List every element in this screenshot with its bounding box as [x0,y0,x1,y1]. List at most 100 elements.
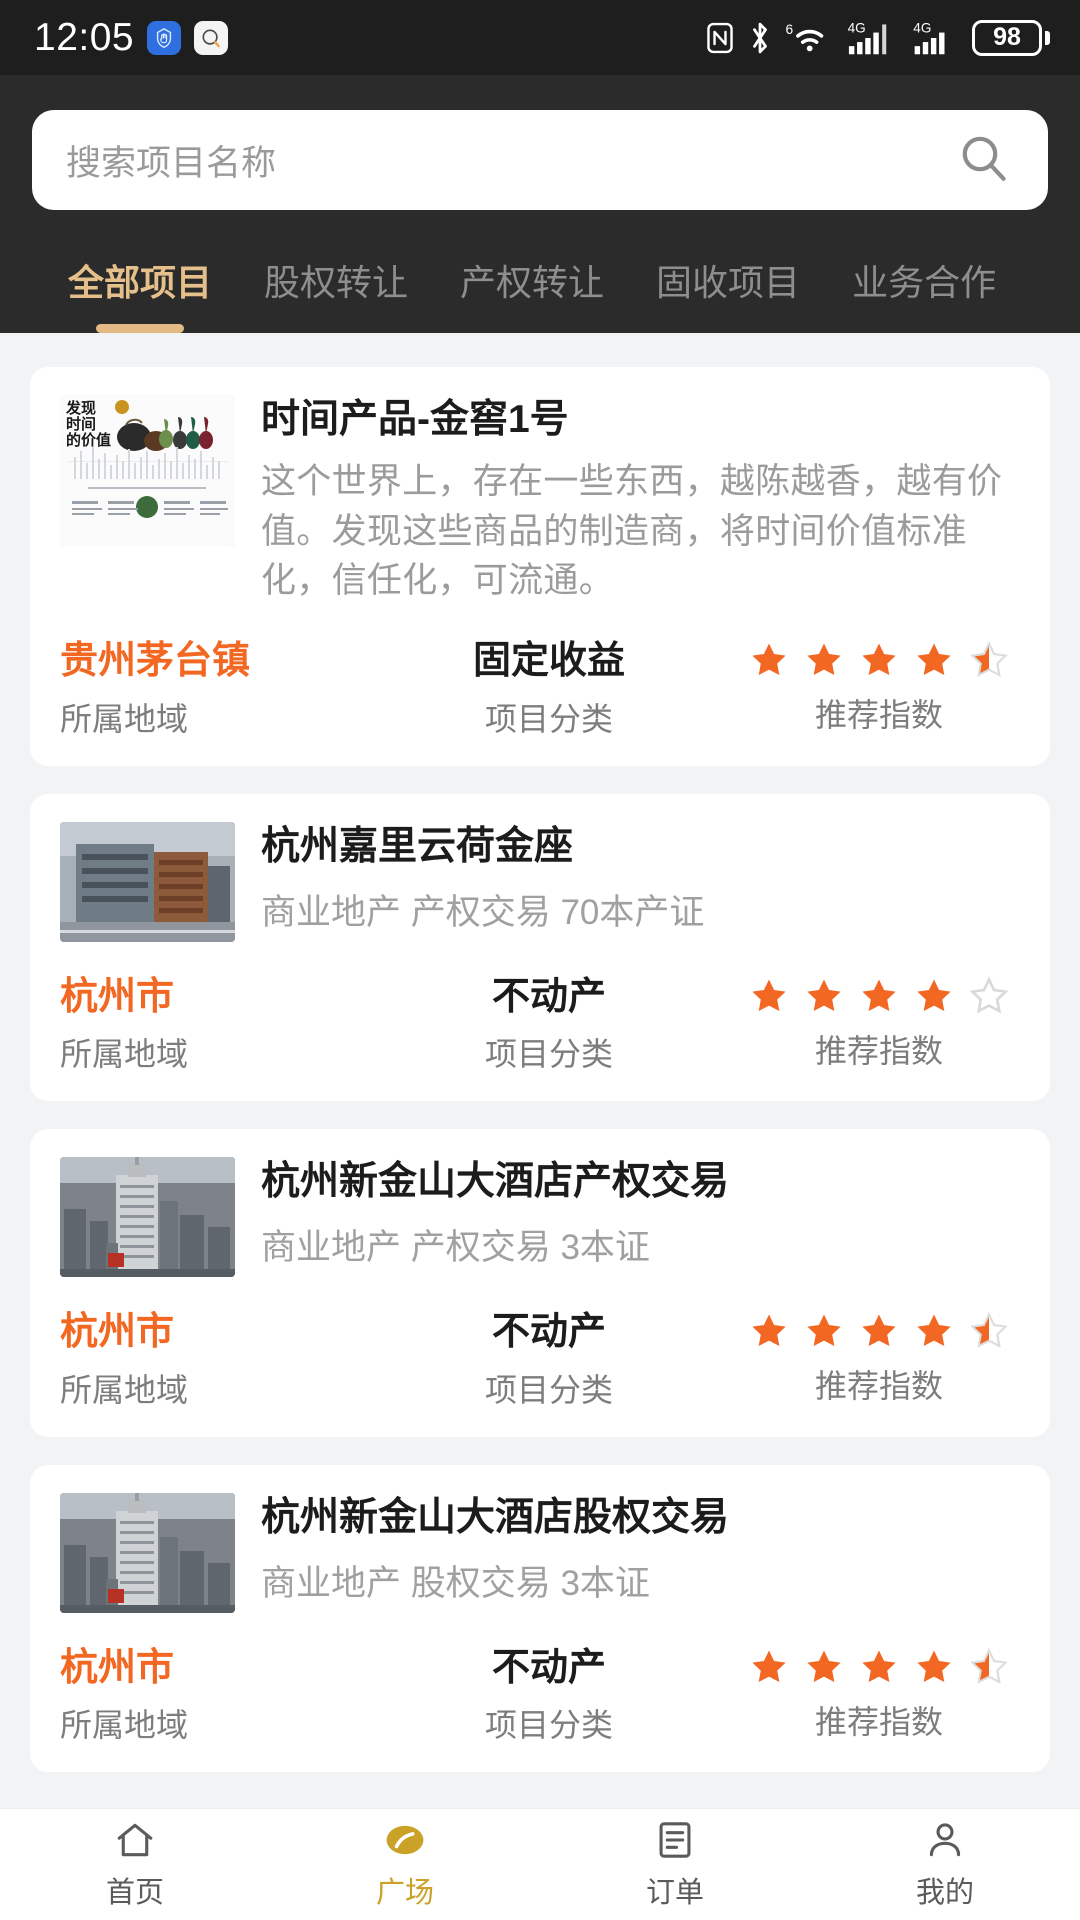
card-stats: 杭州市 所属地域 不动产 项目分类 推荐指数 [60,974,1020,1076]
stat-rating: 推荐指数 [738,638,1020,736]
message-icon [194,20,229,55]
project-subtitle: 商业地产 产权交易 70本产证 [261,892,705,932]
stat-region: 杭州市 所属地域 [60,1309,360,1411]
nav-item-home[interactable]: 首页 [0,1818,270,1911]
hand-shield-icon [147,20,182,55]
signal-4g-secondary-icon: 4G [911,19,959,57]
status-bar-left: 12:05 [34,15,229,60]
tab-business-cooperation[interactable]: 业务合作 [826,254,1022,333]
card-content: 时间产品-金窖1号 这个世界上，存在一些东西，越陈越香，越有价值。发现这些商品的… [261,395,1020,606]
nav-label: 首页 [105,1877,164,1909]
region-label: 所属地域 [60,1036,189,1073]
svg-text:6: 6 [785,20,793,36]
category-tabs[interactable]: 全部项目 股权转让 产权转让 固收项目 业务合作 [32,210,1048,333]
list-item[interactable]: 杭州嘉里云荷金座 商业地产 产权交易 70本产证 杭州市 所属地域 不动产 项目… [30,793,1050,1102]
project-title: 杭州新金山大酒店产权交易 [261,1160,730,1204]
stat-rating: 推荐指数 [738,1309,1020,1407]
rating-stars [748,1309,1010,1353]
tab-label: 产权转让 [460,262,605,303]
stat-category: 不动产 项目分类 [360,974,738,1076]
project-title: 杭州嘉里云荷金座 [261,824,574,868]
card-content: 杭州新金山大酒店产权交易 商业地产 产权交易 3本证 [261,1157,1020,1277]
list-item[interactable]: 杭州新金山大酒店产权交易 商业地产 产权交易 3本证 杭州市 所属地域 不动产 … [30,1129,1050,1437]
card-header: 杭州新金山大酒店产权交易 商业地产 产权交易 3本证 [60,1157,1020,1278]
card-stats: 杭州市 所属地域 不动产 项目分类 推荐指数 [60,1309,1020,1411]
region-value: 杭州市 [60,1311,175,1354]
tab-all-projects[interactable]: 全部项目 [32,254,238,333]
rating-label: 推荐指数 [814,1368,943,1405]
stat-category: 不动产 项目分类 [360,1309,738,1411]
svg-text:4G: 4G [913,20,931,35]
tab-label: 全部项目 [68,262,213,303]
stat-category: 固定收益 项目分类 [360,638,738,740]
search-icon[interactable] [958,132,1010,189]
category-label: 项目分类 [484,1036,613,1073]
signal-4g-icon: 4G [846,19,898,57]
category-label: 项目分类 [484,1707,613,1744]
rating-stars [748,638,1010,682]
stat-region: 杭州市 所属地域 [60,1645,360,1747]
card-content: 杭州新金山大酒店股权交易 商业地产 股权交易 3本证 [261,1493,1020,1613]
status-time: 12:05 [34,15,135,59]
home-icon [113,1818,157,1862]
rating-label: 推荐指数 [814,697,943,734]
project-description: 这个世界上，存在一些东西，越陈越香，越有价值。发现这些商品的制造商，将时间价值标… [261,462,1003,601]
nav-item-orders[interactable]: 订单 [540,1818,810,1911]
region-label: 所属地域 [60,700,189,737]
nav-label: 订单 [645,1877,704,1909]
category-label: 项目分类 [484,700,613,737]
project-subtitle: 商业地产 产权交易 3本证 [261,1228,650,1268]
category-label: 项目分类 [484,1371,613,1408]
wifi-6-icon: 6 [785,20,833,56]
app-header: 搜索项目名称 全部项目 股权转让 产权转让 固收项目 业务合作 [0,75,1080,333]
region-label: 所属地域 [60,1371,189,1408]
list-item[interactable]: 发现 时间 的价值 时间产品-金窖1号 这个世界上，存在一些东西，越陈越香，越有… [30,367,1050,766]
bluetooth-icon [748,20,772,56]
stat-rating: 推荐指数 [738,1645,1020,1743]
tab-fixed-income[interactable]: 固收项目 [630,254,826,333]
nav-label: 我的 [915,1877,974,1909]
card-header: 发现 时间 的价值 时间产品-金窖1号 这个世界上，存在一些东西，越陈越香，越有… [60,395,1020,606]
status-bar: 12:05 6 4G 4G 98 [0,0,1080,75]
battery-icon: 98 [972,19,1050,56]
search-bar[interactable]: 搜索项目名称 [32,110,1048,210]
svg-text:4G: 4G [848,20,866,35]
region-value: 杭州市 [60,1646,175,1689]
order-list-icon [653,1818,697,1862]
rating-stars [748,974,1010,1018]
plaza-icon [382,1818,428,1862]
category-value: 不动产 [491,1311,606,1354]
cityscape-thumbnail [60,1157,235,1278]
tab-label: 固收项目 [656,262,801,303]
project-title: 时间产品-金窖1号 [261,398,569,441]
tab-label: 股权转让 [264,262,409,303]
nav-item-plaza[interactable]: 广场 [270,1818,540,1911]
battery-level: 98 [972,19,1042,56]
category-value: 不动产 [491,1646,606,1689]
card-content: 杭州嘉里云荷金座 商业地产 产权交易 70本产证 [261,822,1020,942]
rating-label: 推荐指数 [814,1703,943,1740]
rating-label: 推荐指数 [814,1032,943,1069]
tab-label: 业务合作 [852,262,997,303]
tab-property-transfer[interactable]: 产权转让 [434,254,630,333]
building-thumbnail [60,821,235,942]
search-input[interactable]: 搜索项目名称 [66,135,276,186]
card-stats: 杭州市 所属地域 不动产 项目分类 推荐指数 [60,1645,1020,1747]
category-value: 不动产 [491,975,606,1018]
list-item[interactable]: 杭州新金山大酒店股权交易 商业地产 股权交易 3本证 杭州市 所属地域 不动产 … [30,1464,1050,1773]
project-subtitle: 商业地产 股权交易 3本证 [261,1563,650,1603]
project-list[interactable]: 发现 时间 的价值 时间产品-金窖1号 这个世界上，存在一些东西，越陈越香，越有… [0,349,1080,1808]
bottom-navigation[interactable]: 首页 广场 订单 我的 [0,1808,1080,1920]
tab-equity-transfer[interactable]: 股权转让 [238,254,434,333]
tab-active-underline [96,324,184,333]
category-value: 固定收益 [472,640,625,683]
stat-category: 不动产 项目分类 [360,1645,738,1747]
person-icon [923,1818,967,1862]
nav-item-mine[interactable]: 我的 [810,1818,1080,1911]
card-stats: 贵州茅台镇 所属地域 固定收益 项目分类 推荐指数 [60,638,1020,740]
cityscape-thumbnail [60,1492,235,1613]
nav-label: 广场 [375,1877,434,1909]
rating-stars [748,1645,1010,1689]
project-title: 杭州新金山大酒店股权交易 [261,1495,730,1539]
card-header: 杭州嘉里云荷金座 商业地产 产权交易 70本产证 [60,821,1020,942]
